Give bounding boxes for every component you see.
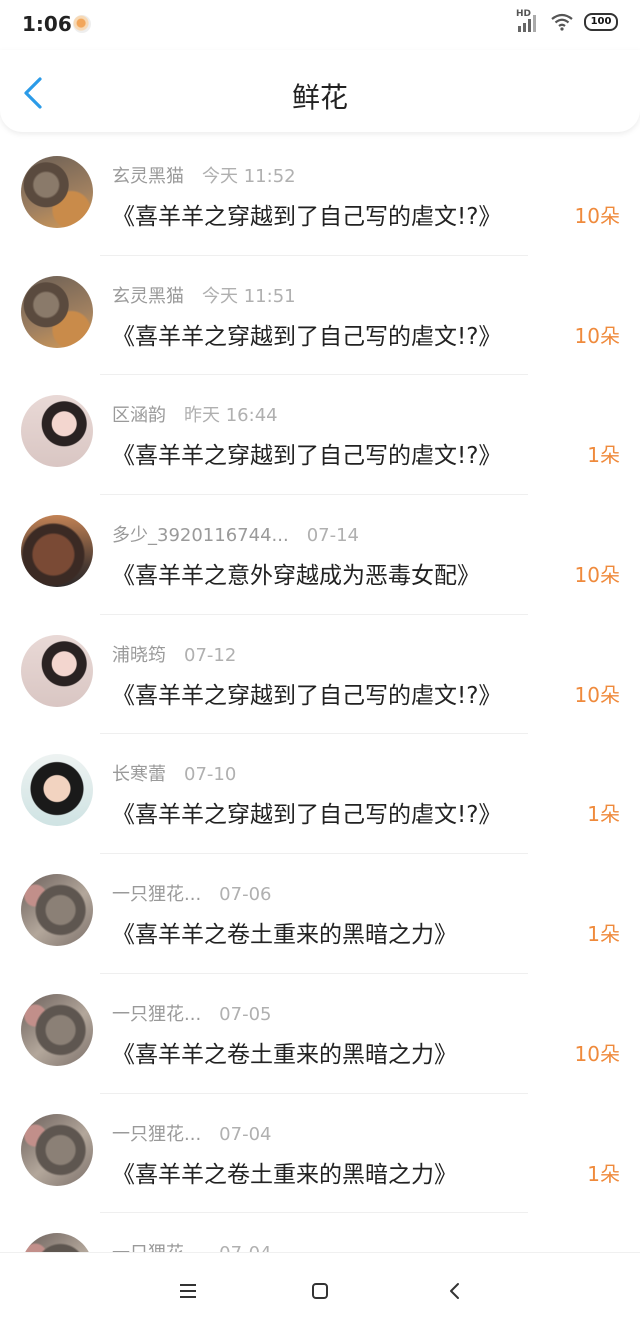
item-meta: 玄灵黑猫 今天 11:52 [112, 162, 296, 188]
sent-time: 07-10 [184, 764, 237, 786]
sender-name[interactable]: 一只狸花... [112, 1243, 201, 1252]
user-avatar[interactable] [21, 156, 93, 228]
flower-count: 1朵 [587, 802, 620, 827]
sender-name[interactable]: 浦晓筠 [112, 645, 166, 666]
gift-list-item[interactable]: 区涵韵 昨天 16:44 《喜羊羊之穿越到了自己写的虐文!?》 1朵 [0, 375, 640, 496]
gift-list-item[interactable]: 一只狸花... 07-06 《喜羊羊之卷土重来的黑暗之力》 1朵 [0, 854, 640, 974]
item-meta: 一只狸花... 07-04 [112, 1239, 271, 1252]
flower-count: 1朵 [587, 1161, 620, 1186]
book-title[interactable]: 《喜羊羊之穿越到了自己写的虐文!?》 [112, 676, 501, 710]
sent-time: 07-05 [219, 1003, 272, 1025]
status-time: 1:06 [22, 12, 72, 36]
system-nav-bar [0, 1252, 640, 1331]
battery-indicator: 100 [584, 13, 618, 31]
item-meta: 区涵韵 昨天 16:44 [112, 401, 278, 427]
gift-list: 玄灵黑猫 今天 11:52 《喜羊羊之穿越到了自己写的虐文!?》 10朵 玄灵黑猫 今天 … [0, 136, 640, 1252]
sender-name[interactable]: 区涵韵 [112, 405, 166, 426]
gift-list-item[interactable]: 一只狸花... 07-04 《喜羊羊之卷土重来的黑暗之力》 1朵 [0, 1094, 640, 1214]
app-notification-icon [73, 15, 91, 33]
book-title[interactable]: 《喜羊羊之卷土重来的黑暗之力》 [112, 915, 457, 949]
status-bar: 1:06 HD 100 [0, 0, 640, 50]
sent-time: 今天 11:51 [202, 285, 296, 307]
gift-list-item[interactable]: 长寒蕾 07-10 《喜羊羊之穿越到了自己写的虐文!?》 1朵 [0, 734, 640, 855]
menu-icon[interactable] [168, 1277, 208, 1307]
book-title[interactable]: 《喜羊羊之卷土重来的黑暗之力》 [112, 1155, 457, 1189]
sender-name[interactable]: 一只狸花... [112, 1124, 201, 1145]
item-meta: 一只狸花... 07-04 [112, 1120, 271, 1146]
book-title[interactable]: 《喜羊羊之卷土重来的黑暗之力》 [112, 1035, 457, 1069]
back-triangle-icon[interactable] [435, 1277, 475, 1307]
network-type: HD [516, 9, 532, 19]
sent-time: 07-04 [219, 1243, 271, 1252]
user-avatar[interactable] [21, 1113, 93, 1186]
user-avatar[interactable] [21, 634, 93, 707]
item-meta: 一只狸花... 07-06 [112, 880, 271, 906]
gift-list-item[interactable]: 多少_3920116744... 07-14 《喜羊羊之意外穿越成为恶毒女配》 10朵 [0, 495, 640, 615]
gift-list-item[interactable]: 一只狸花... 07-04 [0, 1213, 640, 1252]
sent-time: 07-12 [184, 644, 237, 666]
user-avatar[interactable] [21, 1233, 93, 1252]
sent-time: 07-04 [219, 1123, 272, 1145]
flower-count: 10朵 [574, 682, 620, 707]
gift-list-item[interactable]: 玄灵黑猫 今天 11:52 《喜羊羊之穿越到了自己写的虐文!?》 10朵 [0, 136, 640, 256]
user-avatar[interactable] [21, 874, 93, 947]
flower-count: 1朵 [587, 443, 620, 468]
item-meta: 一只狸花... 07-05 [112, 1000, 271, 1026]
sent-time: 07-06 [219, 884, 272, 906]
status-icons: HD 100 [516, 9, 618, 32]
sender-name[interactable]: 多少_3920116744... [112, 525, 289, 546]
item-meta: 多少_3920116744... 07-14 [112, 521, 359, 547]
sent-time: 昨天 16:44 [184, 405, 278, 427]
page-title: 鲜花 [291, 81, 348, 114]
book-title[interactable]: 《喜羊羊之穿越到了自己写的虐文!?》 [112, 197, 501, 231]
gift-list-item[interactable]: 浦晓筠 07-12 《喜羊羊之穿越到了自己写的虐文!?》 10朵 [0, 615, 640, 735]
sent-time: 07-14 [306, 525, 359, 547]
sender-name[interactable]: 玄灵黑猫 [112, 286, 184, 307]
book-title[interactable]: 《喜羊羊之意外穿越成为恶毒女配》 [112, 556, 480, 590]
flower-count: 10朵 [574, 563, 620, 588]
signal-icon: HD [516, 9, 540, 32]
flower-count: 10朵 [574, 204, 620, 228]
item-meta: 浦晓筠 07-12 [112, 641, 236, 667]
user-avatar[interactable] [21, 275, 93, 348]
item-meta: 长寒蕾 07-10 [112, 760, 236, 786]
user-avatar[interactable] [21, 754, 93, 827]
header: 鲜花 [0, 50, 640, 132]
sent-time: 今天 11:52 [202, 166, 296, 187]
flower-count: 10朵 [574, 1041, 620, 1066]
home-square-icon[interactable] [300, 1277, 340, 1307]
gift-list-item[interactable]: 玄灵黑猫 今天 11:51 《喜羊羊之穿越到了自己写的虐文!?》 10朵 [0, 256, 640, 376]
user-avatar[interactable] [21, 993, 93, 1066]
sender-name[interactable]: 一只狸花... [112, 1004, 201, 1025]
user-avatar[interactable] [21, 515, 93, 588]
sender-name[interactable]: 玄灵黑猫 [112, 166, 184, 187]
item-meta: 玄灵黑猫 今天 11:51 [112, 282, 296, 308]
flower-count: 1朵 [587, 922, 620, 947]
sender-name[interactable]: 一只狸花... [112, 884, 201, 905]
wifi-icon [551, 13, 573, 31]
gift-list-item[interactable]: 一只狸花... 07-05 《喜羊羊之卷土重来的黑暗之力》 10朵 [0, 974, 640, 1094]
user-avatar[interactable] [21, 395, 93, 468]
book-title[interactable]: 《喜羊羊之穿越到了自己写的虐文!?》 [112, 436, 501, 470]
book-title[interactable]: 《喜羊羊之穿越到了自己写的虐文!?》 [112, 317, 501, 351]
flower-count: 10朵 [574, 323, 620, 348]
sender-name[interactable]: 长寒蕾 [112, 764, 166, 785]
book-title[interactable]: 《喜羊羊之穿越到了自己写的虐文!?》 [112, 795, 501, 829]
